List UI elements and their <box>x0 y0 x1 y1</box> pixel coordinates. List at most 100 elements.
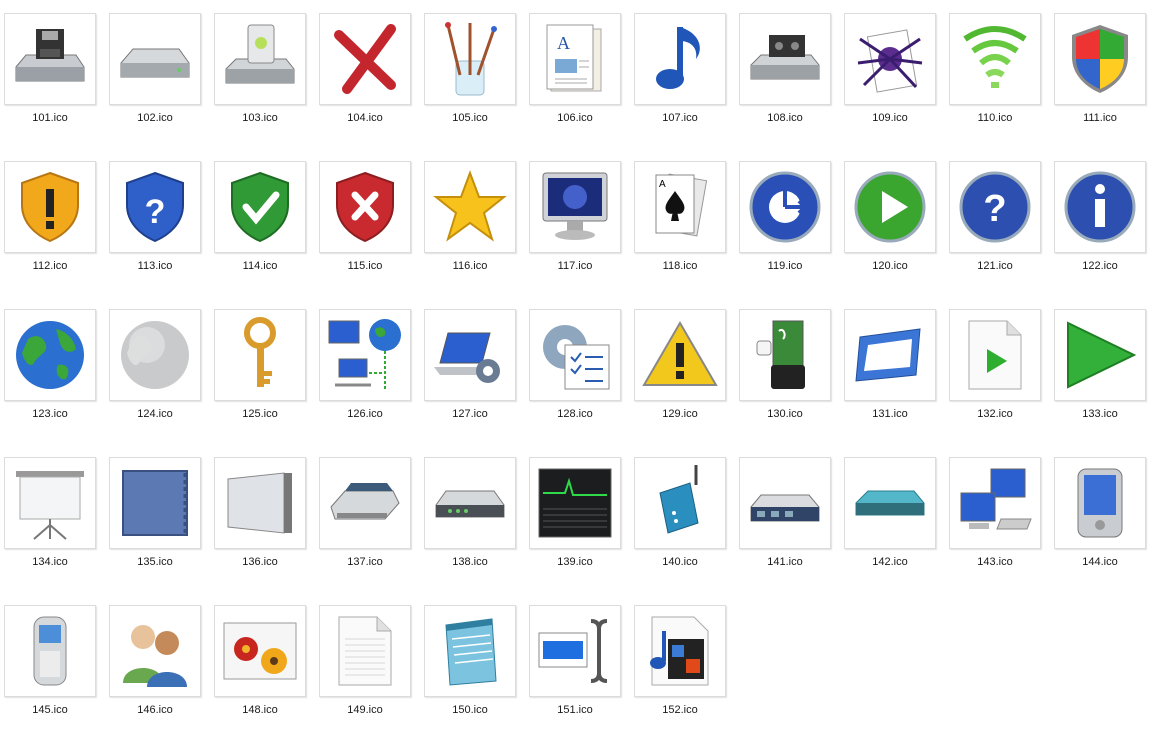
file-item[interactable]: 143.ico <box>949 457 1041 587</box>
file-item[interactable]: A 106.ico <box>529 13 621 143</box>
file-thumbnail[interactable]: ? <box>949 161 1041 253</box>
file-thumbnail[interactable] <box>4 309 96 401</box>
file-item[interactable]: ? 121.ico <box>949 161 1041 291</box>
file-thumbnail[interactable] <box>319 605 411 697</box>
file-item[interactable]: 152.ico <box>634 605 726 735</box>
file-item[interactable]: 136.ico <box>214 457 306 587</box>
file-item[interactable]: 120.ico <box>844 161 936 291</box>
file-item[interactable]: 101.ico <box>4 13 96 143</box>
file-item[interactable]: 114.ico <box>214 161 306 291</box>
file-thumbnail[interactable] <box>634 605 726 697</box>
file-item[interactable]: 151.ico <box>529 605 621 735</box>
file-thumbnail[interactable] <box>949 457 1041 549</box>
file-item[interactable]: 141.ico <box>739 457 831 587</box>
file-item[interactable]: A 118.ico <box>634 161 726 291</box>
file-thumbnail[interactable] <box>529 309 621 401</box>
file-thumbnail[interactable] <box>529 457 621 549</box>
file-item[interactable]: 139.ico <box>529 457 621 587</box>
file-thumbnail[interactable] <box>319 13 411 105</box>
file-thumbnail[interactable] <box>739 161 831 253</box>
file-thumbnail[interactable] <box>109 605 201 697</box>
file-item[interactable]: 150.ico <box>424 605 516 735</box>
file-thumbnail[interactable] <box>634 457 726 549</box>
file-item[interactable]: 130.ico <box>739 309 831 439</box>
file-thumbnail[interactable] <box>949 309 1041 401</box>
file-item[interactable]: 115.ico <box>319 161 411 291</box>
file-thumbnail[interactable] <box>844 161 936 253</box>
file-thumbnail[interactable] <box>844 13 936 105</box>
file-item[interactable]: 149.ico <box>319 605 411 735</box>
file-thumbnail[interactable] <box>424 309 516 401</box>
file-item[interactable]: 124.ico <box>109 309 201 439</box>
file-thumbnail[interactable] <box>319 161 411 253</box>
file-thumbnail[interactable] <box>109 309 201 401</box>
file-thumbnail[interactable] <box>424 457 516 549</box>
file-thumbnail[interactable] <box>1054 309 1146 401</box>
file-item[interactable]: 117.ico <box>529 161 621 291</box>
file-item[interactable]: 132.ico <box>949 309 1041 439</box>
file-thumbnail[interactable] <box>1054 161 1146 253</box>
file-item[interactable]: 102.ico <box>109 13 201 143</box>
file-thumbnail[interactable] <box>319 457 411 549</box>
file-thumbnail[interactable] <box>214 309 306 401</box>
file-thumbnail[interactable] <box>319 309 411 401</box>
file-item[interactable]: 111.ico <box>1054 13 1146 143</box>
file-item[interactable]: 105.ico <box>424 13 516 143</box>
file-item[interactable]: 133.ico <box>1054 309 1146 439</box>
file-thumbnail[interactable] <box>109 457 201 549</box>
file-item[interactable]: 142.ico <box>844 457 936 587</box>
file-thumbnail[interactable] <box>214 161 306 253</box>
file-item[interactable]: 108.ico <box>739 13 831 143</box>
file-thumbnail[interactable] <box>214 13 306 105</box>
file-item[interactable]: 119.ico <box>739 161 831 291</box>
file-thumbnail[interactable] <box>529 605 621 697</box>
file-item[interactable]: 126.ico <box>319 309 411 439</box>
file-item[interactable]: 109.ico <box>844 13 936 143</box>
file-thumbnail[interactable] <box>214 457 306 549</box>
file-thumbnail[interactable] <box>1054 13 1146 105</box>
file-thumbnail[interactable] <box>4 161 96 253</box>
file-item[interactable]: 104.ico <box>319 13 411 143</box>
file-item[interactable]: ? 113.ico <box>109 161 201 291</box>
file-thumbnail[interactable] <box>634 13 726 105</box>
file-item[interactable]: 107.ico <box>634 13 726 143</box>
file-item[interactable]: 148.ico <box>214 605 306 735</box>
file-thumbnail[interactable] <box>739 309 831 401</box>
file-thumbnail[interactable]: A <box>634 161 726 253</box>
file-item[interactable]: 140.ico <box>634 457 726 587</box>
file-item[interactable]: 125.ico <box>214 309 306 439</box>
file-thumbnail[interactable] <box>634 309 726 401</box>
file-thumbnail[interactable] <box>949 13 1041 105</box>
file-thumbnail[interactable] <box>424 161 516 253</box>
file-item[interactable]: 123.ico <box>4 309 96 439</box>
file-item[interactable]: 127.ico <box>424 309 516 439</box>
file-thumbnail[interactable]: A <box>529 13 621 105</box>
file-thumbnail[interactable] <box>424 13 516 105</box>
file-item[interactable]: 135.ico <box>109 457 201 587</box>
file-thumbnail[interactable]: ? <box>109 161 201 253</box>
file-thumbnail[interactable] <box>214 605 306 697</box>
file-item[interactable]: 146.ico <box>109 605 201 735</box>
file-thumbnail[interactable] <box>1054 457 1146 549</box>
file-item[interactable]: 110.ico <box>949 13 1041 143</box>
file-item[interactable]: 116.ico <box>424 161 516 291</box>
file-item[interactable]: 134.ico <box>4 457 96 587</box>
file-item[interactable]: 112.ico <box>4 161 96 291</box>
file-item[interactable]: 129.ico <box>634 309 726 439</box>
file-thumbnail[interactable] <box>844 309 936 401</box>
file-item[interactable]: 131.ico <box>844 309 936 439</box>
file-item[interactable]: 122.ico <box>1054 161 1146 291</box>
file-item[interactable]: 103.ico <box>214 13 306 143</box>
file-thumbnail[interactable] <box>529 161 621 253</box>
file-item[interactable]: 145.ico <box>4 605 96 735</box>
file-item[interactable]: 138.ico <box>424 457 516 587</box>
file-thumbnail[interactable] <box>4 457 96 549</box>
file-thumbnail[interactable] <box>424 605 516 697</box>
file-thumbnail[interactable] <box>4 13 96 105</box>
file-thumbnail[interactable] <box>4 605 96 697</box>
file-thumbnail[interactable] <box>844 457 936 549</box>
file-item[interactable]: 144.ico <box>1054 457 1146 587</box>
file-item[interactable]: 128.ico <box>529 309 621 439</box>
file-thumbnail[interactable] <box>109 13 201 105</box>
file-thumbnail[interactable] <box>739 13 831 105</box>
